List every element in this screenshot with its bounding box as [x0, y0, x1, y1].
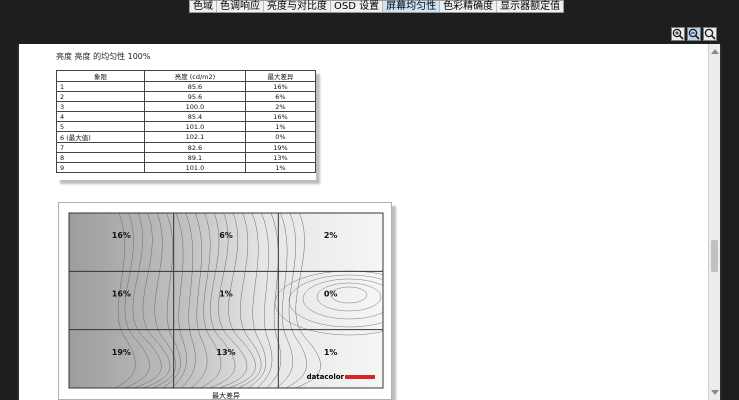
table-cell: 3 — [56, 101, 145, 112]
table-cell: 9 — [56, 162, 145, 173]
tab-1[interactable]: 色调响应 — [217, 1, 264, 12]
tab-4[interactable]: 屏幕均匀性 — [383, 1, 441, 12]
table-row: 4 85.4 16% — [56, 111, 317, 122]
quadrant-value-4: 16% — [112, 290, 131, 299]
report-heading: 亮度 亮度 的均匀性 100% — [56, 52, 151, 61]
report-page: 亮度 亮度 的均匀性 100% 象限 亮度 (cd/m2) 最大差异 1 85.6… — [19, 44, 708, 400]
table-cell: 16% — [244, 81, 317, 92]
tab-3[interactable]: OSD 设置 — [331, 1, 384, 12]
zoom-in-icon — [672, 28, 684, 40]
vertical-scrollbar[interactable] — [708, 44, 720, 400]
scroll-up-icon[interactable] — [711, 49, 719, 54]
table-cell: 95.6 — [144, 91, 246, 102]
column-header-quadrant: 象限 — [56, 70, 145, 82]
column-header-luminance: 亮度 (cd/m2) — [144, 70, 246, 82]
table-cell: 19% — [244, 142, 317, 153]
top-bar: 色域 色调响应 亮度与对比度 OSD 设置 屏幕均匀性 色彩精确度 显示器额定值 — [0, 0, 739, 14]
contour-panel: 16% 6% 2% 16% 1% 0% 19% 13% 1% datacolor 最大差异 — [58, 202, 392, 400]
uniformity-table: 象限 亮度 (cd/m2) 最大差异 1 85.6 16% 2 95.6 6% 3 100.0… — [56, 70, 317, 173]
table-cell: 6 (最大值) — [56, 131, 145, 143]
quadrant-value-6: 0% — [324, 290, 338, 299]
report-tabs: 色域 色调响应 亮度与对比度 OSD 设置 屏幕均匀性 色彩精确度 显示器额定值 — [189, 0, 565, 13]
table-row: 7 82.6 19% — [56, 142, 317, 153]
tab-0[interactable]: 色域 — [190, 1, 217, 12]
quadrant-value-5: 1% — [219, 290, 233, 299]
scrollbar-thumb[interactable] — [711, 240, 718, 272]
table-cell: 16% — [244, 111, 317, 122]
table-cell: 1% — [244, 121, 317, 132]
table-cell: 82.6 — [144, 142, 246, 153]
table-cell: 2% — [244, 101, 317, 112]
table-cell: 85.4 — [144, 111, 246, 122]
table-cell: 100.0 — [144, 101, 246, 112]
quadrant-value-8: 13% — [216, 348, 235, 357]
table-cell: 4 — [56, 111, 145, 122]
table-row: 3 100.0 2% — [56, 101, 317, 112]
scroll-down-icon[interactable] — [711, 390, 719, 395]
tab-6[interactable]: 显示器额定值 — [497, 1, 563, 12]
table-row: 8 89.1 13% — [56, 152, 317, 163]
table-row: 9 101.0 1% — [56, 162, 317, 173]
uniformity-table-panel: 象限 亮度 (cd/m2) 最大差异 1 85.6 16% 2 95.6 6% 3 100.0… — [56, 70, 317, 180]
quadrant-value-7: 19% — [112, 348, 131, 357]
zoom-reset-button[interactable] — [703, 27, 717, 41]
table-row: 1 85.6 16% — [56, 81, 317, 92]
contour-caption: 最大差异 — [212, 392, 240, 400]
quadrant-value-9: 1% — [324, 348, 338, 357]
table-cell: 101.0 — [144, 162, 246, 173]
tab-5[interactable]: 色彩精确度 — [440, 1, 498, 12]
table-header-row: 象限 亮度 (cd/m2) 最大差异 — [56, 70, 317, 82]
zoom-out-icon — [688, 28, 700, 40]
table-cell: 89.1 — [144, 152, 246, 163]
datacolor-logo: datacolor — [307, 373, 375, 381]
column-header-max-diff: 最大差异 — [244, 70, 317, 82]
table-cell: 6% — [244, 91, 317, 102]
table-cell: 13% — [244, 152, 317, 163]
table-cell: 1 — [56, 81, 145, 92]
table-cell: 7 — [56, 142, 145, 153]
table-cell: 8 — [56, 152, 145, 163]
quadrant-value-1: 16% — [112, 231, 131, 240]
table-cell: 85.6 — [144, 81, 246, 92]
table-cell: 5 — [56, 121, 145, 132]
table-cell: 1% — [244, 162, 317, 173]
tab-2[interactable]: 亮度与对比度 — [264, 1, 331, 12]
table-cell: 2 — [56, 91, 145, 102]
table-row: 5 101.0 1% — [56, 121, 317, 132]
quadrant-value-2: 6% — [219, 231, 233, 240]
table-cell: 0% — [244, 131, 317, 143]
zoom-out-button[interactable] — [687, 27, 701, 41]
zoom-reset-icon — [704, 28, 716, 40]
table-row: 6 (最大值) 102.1 0% — [56, 131, 317, 143]
table-cell: 102.1 — [144, 131, 246, 143]
zoom-toolbar — [671, 27, 717, 41]
uniformity-contour-plot: 16% 6% 2% 16% 1% 0% 19% 13% 1% — [68, 212, 384, 389]
table-row: 2 95.6 6% — [56, 91, 317, 102]
zoom-in-button[interactable] — [671, 27, 685, 41]
quadrant-value-3: 2% — [324, 231, 338, 240]
table-cell: 101.0 — [144, 121, 246, 132]
